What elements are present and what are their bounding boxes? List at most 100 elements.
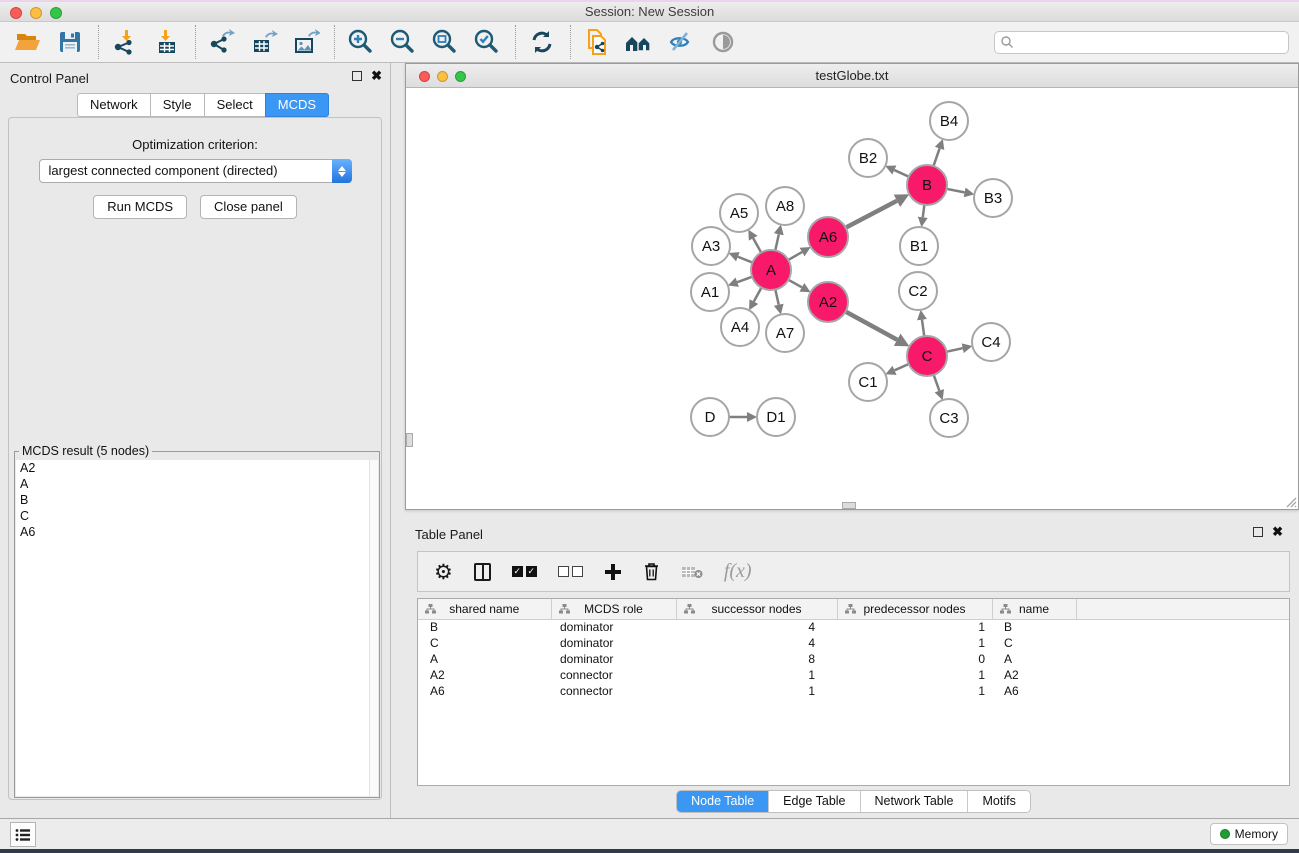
refresh-icon[interactable] — [524, 25, 560, 59]
graph-node-C4[interactable] — [972, 323, 1010, 361]
close-panel-icon[interactable]: ✖ — [1272, 527, 1283, 537]
graph-node-B[interactable] — [907, 165, 947, 205]
table-cell[interactable]: 4 — [676, 619, 837, 635]
graph-node-A5[interactable] — [720, 194, 758, 232]
table-cell[interactable]: dominator — [551, 635, 676, 651]
result-item[interactable]: B — [16, 492, 378, 508]
graph-edge-C-C2[interactable] — [922, 320, 924, 337]
tab-edge-table[interactable]: Edge Table — [769, 791, 860, 812]
criterion-select[interactable]: largest connected component (directed) — [39, 159, 352, 183]
graph-node-B3[interactable] — [974, 179, 1012, 217]
panel-menu-button[interactable] — [10, 822, 36, 847]
function-builder-icon[interactable]: f(x) — [724, 560, 752, 583]
graph-node-C3[interactable] — [930, 399, 968, 437]
graph-edge-C-C3[interactable] — [933, 374, 939, 391]
tab-mcds[interactable]: MCDS — [265, 93, 329, 117]
graph-edge-A-A4[interactable] — [754, 287, 762, 302]
split-panel-icon[interactable] — [474, 563, 491, 581]
table-cell[interactable]: A — [992, 651, 1076, 667]
graph-node-A7[interactable] — [766, 314, 804, 352]
graph-edge-A-A7[interactable] — [775, 289, 779, 305]
table-cell[interactable]: 1 — [837, 619, 992, 635]
zoom-out-icon[interactable] — [385, 25, 421, 59]
graph-node-A4[interactable] — [721, 308, 759, 346]
result-scrollbar[interactable] — [369, 460, 378, 796]
mcds-result-list[interactable]: A2ABCA6 — [16, 460, 378, 796]
graph-edge-A-A3[interactable] — [738, 257, 753, 263]
show-all-icon[interactable] — [705, 25, 741, 59]
tab-select[interactable]: Select — [204, 93, 265, 117]
graph-edge-A-A6[interactable] — [787, 252, 802, 260]
birdseye-handle-left[interactable] — [406, 433, 413, 447]
tab-node-table[interactable]: Node Table — [677, 791, 769, 812]
tab-style[interactable]: Style — [150, 93, 204, 117]
table-row[interactable]: Bdominator41B — [418, 619, 1289, 635]
table-cell[interactable]: C — [418, 635, 551, 651]
table-cell[interactable]: A — [418, 651, 551, 667]
network-window-titlebar[interactable]: testGlobe.txt — [406, 64, 1298, 88]
zoom-selected-icon[interactable] — [469, 25, 505, 59]
graph-node-A1[interactable] — [691, 273, 729, 311]
close-panel-button[interactable]: Close panel — [200, 195, 297, 219]
table-cell[interactable]: 1 — [676, 683, 837, 699]
table-cell[interactable]: 1 — [837, 683, 992, 699]
table-cell[interactable]: B — [418, 619, 551, 635]
graph-node-A8[interactable] — [766, 187, 804, 225]
graph-node-C1[interactable] — [849, 363, 887, 401]
graph-node-A2[interactable] — [808, 282, 848, 322]
column-header[interactable]: successor nodes — [676, 599, 837, 619]
table-cell[interactable]: 1 — [837, 667, 992, 683]
table-cell[interactable]: C — [992, 635, 1076, 651]
export-network-icon[interactable] — [204, 25, 240, 59]
column-header[interactable]: shared name — [418, 599, 551, 619]
table-cell[interactable]: B — [992, 619, 1076, 635]
table-row[interactable]: A2connector11A2 — [418, 667, 1289, 683]
open-folder-icon[interactable] — [10, 25, 46, 59]
table-cell[interactable]: A6 — [992, 683, 1076, 699]
export-image-icon[interactable] — [288, 25, 324, 59]
import-table-icon[interactable] — [149, 25, 185, 59]
delete-table-icon[interactable] — [681, 565, 703, 579]
graph-node-D[interactable] — [691, 398, 729, 436]
zoom-window-button[interactable] — [50, 7, 62, 19]
result-item[interactable]: C — [16, 508, 378, 524]
save-icon[interactable] — [52, 25, 88, 59]
result-item[interactable]: A6 — [16, 524, 378, 540]
result-item[interactable]: A2 — [16, 460, 378, 476]
network-zoom-button[interactable] — [455, 71, 466, 82]
float-panel-icon[interactable] — [352, 71, 362, 81]
zoom-fit-icon[interactable] — [427, 25, 463, 59]
graph-edge-B-B2[interactable] — [894, 170, 909, 177]
table-row[interactable]: Adominator80A — [418, 651, 1289, 667]
graph-node-D1[interactable] — [757, 398, 795, 436]
new-network-from-selection-icon[interactable] — [579, 25, 615, 59]
birdseye-handle-bottom[interactable] — [842, 502, 856, 509]
tab-network[interactable]: Network — [77, 93, 150, 117]
graph-edge-B-B1[interactable] — [923, 204, 925, 217]
table-cell[interactable]: 4 — [676, 635, 837, 651]
graph-edge-A-A2[interactable] — [788, 279, 802, 287]
table-cell[interactable]: dominator — [551, 651, 676, 667]
column-header[interactable]: MCDS role — [551, 599, 676, 619]
table-cell[interactable]: A2 — [992, 667, 1076, 683]
graph-node-A3[interactable] — [692, 227, 730, 265]
graph-node-B2[interactable] — [849, 139, 887, 177]
network-minimize-button[interactable] — [437, 71, 448, 82]
graph-node-B1[interactable] — [900, 227, 938, 265]
search-input[interactable] — [994, 31, 1289, 54]
graph-edge-B-B3[interactable] — [946, 189, 965, 193]
settings-gear-icon[interactable]: ⚙ — [434, 562, 453, 582]
graph-node-C2[interactable] — [899, 272, 937, 310]
column-header[interactable]: name — [992, 599, 1076, 619]
table-row[interactable]: Cdominator41C — [418, 635, 1289, 651]
table-cell[interactable]: 1 — [676, 667, 837, 683]
graph-node-A6[interactable] — [808, 217, 848, 257]
deselect-all-checkboxes-icon[interactable] — [558, 566, 583, 577]
graph-edge-A-A8[interactable] — [775, 234, 779, 251]
export-table-icon[interactable] — [246, 25, 282, 59]
hide-selected-icon[interactable] — [663, 25, 699, 59]
graph-edge-A2-C[interactable] — [845, 311, 897, 340]
graph-node-C[interactable] — [907, 336, 947, 376]
graph-node-B4[interactable] — [930, 102, 968, 140]
close-window-button[interactable] — [10, 7, 22, 19]
